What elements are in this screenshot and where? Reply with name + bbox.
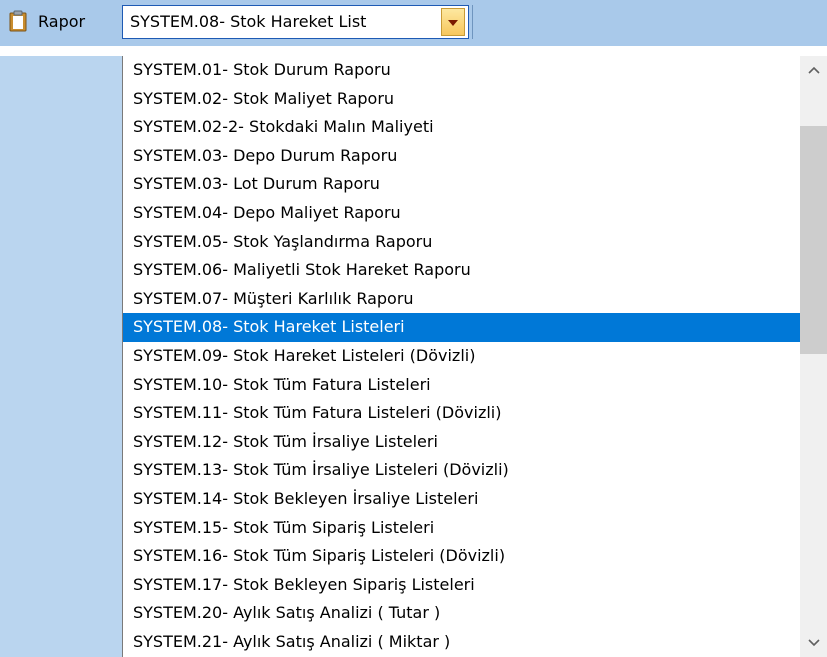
toolbar-empty-field — [472, 5, 827, 39]
combobox-dropdown-button[interactable] — [441, 8, 465, 36]
scrollbar-thumb[interactable] — [800, 126, 827, 354]
report-option[interactable]: SYSTEM.01- Stok Durum Raporu — [123, 56, 800, 85]
chevron-down-icon — [808, 639, 820, 647]
report-option[interactable]: SYSTEM.20- Aylık Satış Analizi ( Tutar ) — [123, 599, 800, 628]
report-option[interactable]: SYSTEM.03- Lot Durum Raporu — [123, 170, 800, 199]
scroll-down-button[interactable] — [800, 629, 827, 657]
report-option[interactable]: SYSTEM.03- Depo Durum Raporu — [123, 142, 800, 171]
report-option[interactable]: SYSTEM.07- Müşteri Karlılık Raporu — [123, 285, 800, 314]
report-option[interactable]: SYSTEM.13- Stok Tüm İrsaliye Listeleri (… — [123, 456, 800, 485]
report-option[interactable]: SYSTEM.21- Aylık Satış Analizi ( Miktar … — [123, 628, 800, 657]
report-option[interactable]: SYSTEM.08- Stok Hareket Listeleri — [123, 313, 800, 342]
clipboard-icon — [8, 10, 28, 32]
report-option[interactable]: SYSTEM.05- Stok Yaşlandırma Raporu — [123, 228, 800, 257]
report-option[interactable]: SYSTEM.02- Stok Maliyet Raporu — [123, 85, 800, 114]
vertical-scrollbar[interactable] — [800, 56, 827, 657]
scroll-up-button[interactable] — [800, 56, 827, 84]
report-option[interactable]: SYSTEM.14- Stok Bekleyen İrsaliye Listel… — [123, 485, 800, 514]
report-label: Rapor — [38, 12, 86, 31]
report-option[interactable]: SYSTEM.16- Stok Tüm Sipariş Listeleri (D… — [123, 542, 800, 571]
report-toolbar: Rapor SYSTEM.08- Stok Hareket List — [0, 0, 827, 46]
report-option[interactable]: SYSTEM.02-2- Stokdaki Malın Maliyeti — [123, 113, 800, 142]
left-pane — [0, 56, 122, 657]
chevron-up-icon — [808, 66, 820, 74]
chevron-down-icon — [448, 20, 458, 26]
report-option[interactable]: SYSTEM.15- Stok Tüm Sipariş Listeleri — [123, 514, 800, 543]
report-option[interactable]: SYSTEM.06- Maliyetli Stok Hareket Raporu — [123, 256, 800, 285]
report-option[interactable]: SYSTEM.04- Depo Maliyet Raporu — [123, 199, 800, 228]
report-option[interactable]: SYSTEM.09- Stok Hareket Listeleri (Döviz… — [123, 342, 800, 371]
report-option[interactable]: SYSTEM.10- Stok Tüm Fatura Listeleri — [123, 371, 800, 400]
report-combobox[interactable]: SYSTEM.08- Stok Hareket List — [122, 5, 469, 39]
report-combobox-value: SYSTEM.08- Stok Hareket List — [130, 12, 367, 31]
report-options: SYSTEM.01- Stok Durum Raporu SYSTEM.02- S… — [123, 56, 800, 656]
report-option[interactable]: SYSTEM.11- Stok Tüm Fatura Listeleri (Dö… — [123, 399, 800, 428]
report-option[interactable]: SYSTEM.12- Stok Tüm İrsaliye Listeleri — [123, 428, 800, 457]
report-dropdown-list[interactable]: SYSTEM.01- Stok Durum Raporu SYSTEM.02- S… — [122, 56, 827, 657]
report-option[interactable]: SYSTEM.17- Stok Bekleyen Sipariş Listele… — [123, 571, 800, 600]
